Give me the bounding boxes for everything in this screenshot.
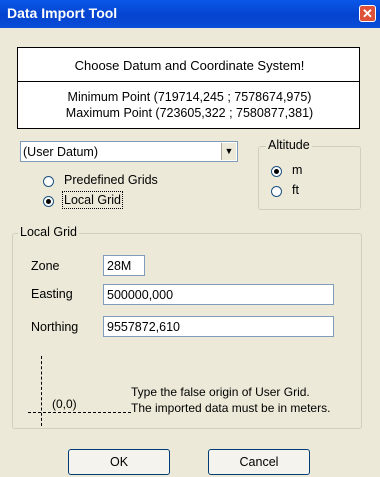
local-grid-radio[interactable] — [43, 196, 54, 207]
northing-label: Northing — [31, 320, 79, 334]
header-divider — [18, 81, 359, 82]
easting-input[interactable] — [103, 284, 334, 305]
zone-input[interactable] — [103, 255, 145, 276]
chevron-down-icon[interactable]: ▼ — [221, 143, 236, 160]
title-bar[interactable]: Data Import Tool ✕ — [0, 0, 380, 28]
predefined-grids-radio[interactable] — [43, 176, 54, 187]
altitude-m-label[interactable]: m — [292, 163, 302, 177]
easting-label: Easting — [31, 287, 73, 301]
northing-input[interactable] — [103, 316, 334, 337]
altitude-m-radio[interactable] — [271, 166, 282, 177]
altitude-ft-radio[interactable] — [271, 186, 282, 197]
origin-axis-vertical — [41, 356, 42, 426]
ok-button[interactable]: OK — [68, 449, 170, 475]
local-grid-label[interactable]: Local Grid — [62, 191, 123, 209]
header-info-box: Choose Datum and Coordinate System! Mini… — [17, 47, 360, 129]
zone-label: Zone — [31, 259, 60, 273]
cancel-button[interactable]: Cancel — [208, 449, 310, 475]
minimum-point-text: Minimum Point (719714,245 ; 7578674,975) — [67, 90, 312, 104]
maximum-point-text: Maximum Point (723605,322 ; 7580877,381) — [65, 106, 314, 120]
altitude-group — [258, 146, 361, 210]
hint-line-1: Type the false origin of User Grid. — [131, 385, 310, 399]
datum-select[interactable]: (User Datum) ▼ — [20, 141, 238, 162]
instruction-text: Choose Datum and Coordinate System! — [74, 58, 305, 73]
close-icon[interactable]: ✕ — [359, 5, 376, 22]
predefined-grids-label[interactable]: Predefined Grids — [64, 173, 158, 187]
origin-label: (0,0) — [52, 397, 77, 411]
altitude-group-label: Altitude — [266, 138, 312, 152]
datum-select-value: (User Datum) — [23, 145, 99, 159]
altitude-ft-label[interactable]: ft — [292, 183, 299, 197]
origin-axis-horizontal — [28, 412, 131, 413]
local-grid-group-label: Local Grid — [18, 225, 79, 239]
hint-line-2: The imported data must be in meters. — [131, 401, 331, 415]
window-title: Data Import Tool — [7, 5, 118, 21]
